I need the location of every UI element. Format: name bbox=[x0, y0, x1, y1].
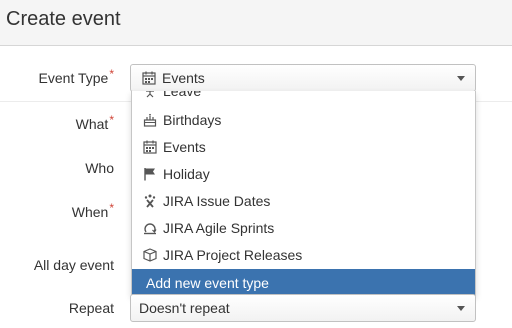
dropdown-option-birthdays[interactable]: Birthdays bbox=[132, 107, 475, 134]
sprint-icon bbox=[143, 221, 157, 235]
option-label: Add new event type bbox=[146, 275, 269, 291]
repeat-label: Repeat bbox=[68, 300, 114, 316]
dropdown-option-leave[interactable]: Leave bbox=[132, 91, 475, 105]
dropdown-option-events[interactable]: Events bbox=[132, 134, 475, 161]
when-label: When* bbox=[71, 201, 114, 220]
option-label: Events bbox=[163, 139, 206, 155]
dialog-title: Create event bbox=[6, 8, 121, 30]
all-day-label: All day event bbox=[33, 257, 114, 273]
option-label: JIRA Issue Dates bbox=[163, 193, 271, 209]
option-label: Holiday bbox=[163, 166, 210, 182]
add-new-event-type-option[interactable]: Add new event type bbox=[132, 269, 475, 295]
dropdown-option-jira-agile-sprints[interactable]: JIRA Agile Sprints bbox=[132, 215, 475, 242]
option-label: JIRA Project Releases bbox=[163, 247, 303, 263]
dialog-header: Create event bbox=[0, 0, 512, 46]
required-marker: * bbox=[109, 201, 114, 215]
option-label: JIRA Agile Sprints bbox=[163, 220, 275, 236]
who-label: Who bbox=[85, 160, 114, 176]
calendar-icon bbox=[143, 140, 157, 154]
repeat-value: Doesn't repeat bbox=[139, 300, 230, 316]
required-marker: * bbox=[109, 67, 114, 81]
calendar-icon bbox=[142, 71, 156, 85]
chevron-down-icon bbox=[457, 306, 465, 311]
required-marker: * bbox=[109, 113, 114, 127]
event-type-select[interactable]: Events bbox=[130, 64, 476, 92]
dropdown-option-jira-issue-dates[interactable]: JIRA Issue Dates bbox=[132, 188, 475, 215]
cake-icon bbox=[143, 113, 157, 127]
jira-issue-icon bbox=[143, 194, 157, 208]
flag-icon bbox=[143, 167, 157, 181]
dropdown-option-jira-project-releases[interactable]: JIRA Project Releases bbox=[132, 242, 475, 269]
what-label: What* bbox=[75, 113, 114, 132]
event-type-value: Events bbox=[162, 70, 205, 86]
option-label: Leave bbox=[163, 91, 202, 99]
release-box-icon bbox=[143, 248, 157, 262]
chevron-down-icon bbox=[457, 76, 465, 81]
event-type-dropdown[interactable]: Leave Birthdays Events Holiday JIRA Issu… bbox=[131, 91, 476, 296]
dropdown-option-holiday[interactable]: Holiday bbox=[132, 161, 475, 188]
repeat-select[interactable]: Doesn't repeat bbox=[130, 294, 476, 322]
event-type-label: Event Type* bbox=[38, 67, 114, 86]
leave-icon bbox=[143, 91, 157, 98]
option-label: Birthdays bbox=[163, 112, 222, 128]
